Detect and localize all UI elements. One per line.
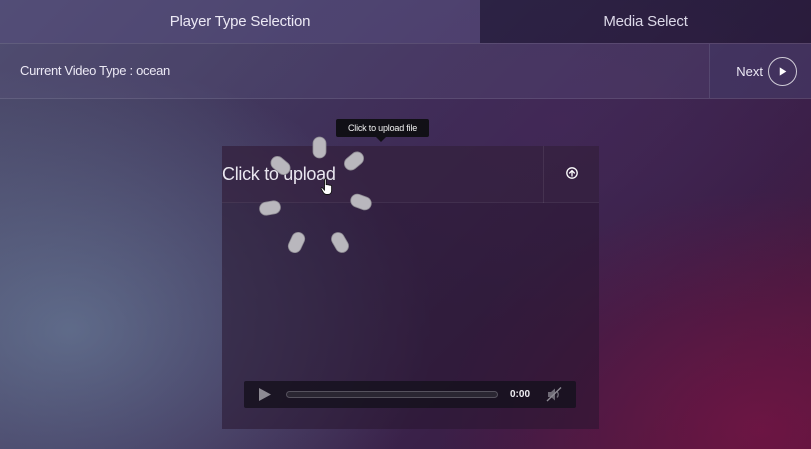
play-button[interactable] (256, 386, 274, 403)
mute-button[interactable] (545, 386, 563, 403)
play-arrow-icon (768, 56, 797, 86)
next-label: Next (736, 63, 763, 79)
progress-bar[interactable] (286, 391, 498, 398)
media-controls: 0:00 (244, 381, 576, 408)
upload-button[interactable] (543, 146, 599, 203)
upload-arrow-icon (565, 166, 578, 184)
tab-player-type-selection[interactable]: Player Type Selection (0, 0, 480, 43)
upload-label: Click to upload (222, 164, 336, 184)
next-button[interactable]: Next (709, 44, 811, 98)
tab-bar: Player Type Selection Media Select (0, 0, 811, 43)
time-display: 0:00 (510, 389, 531, 400)
hand-cursor-icon (320, 178, 333, 195)
play-icon (259, 388, 271, 401)
tab-media-select[interactable]: Media Select (480, 0, 811, 43)
video-player: Click to upload 0:00 (222, 146, 599, 429)
current-video-type: Current Video Type : ocean (20, 63, 170, 78)
upload-area[interactable]: Click to upload (222, 146, 599, 203)
upload-tooltip: Click to upload file (336, 119, 429, 142)
info-bar: Current Video Type : ocean Next (0, 43, 811, 99)
muted-speaker-icon (546, 386, 562, 402)
